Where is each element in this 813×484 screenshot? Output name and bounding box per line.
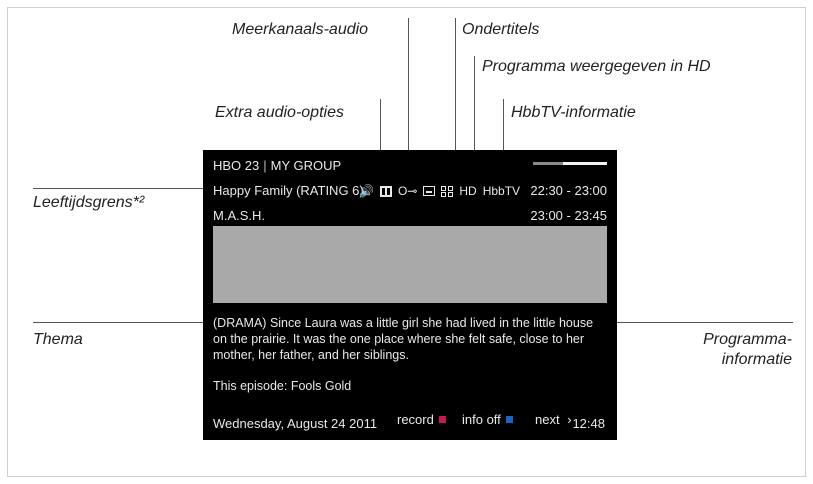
callout-hd-program: Programma weergegeven in HD — [482, 58, 711, 75]
callout-program-info: Programma- informatie — [690, 330, 792, 370]
hd-icon: HD — [459, 184, 477, 198]
info-off-label: info off — [462, 412, 501, 427]
leader-program-info — [605, 322, 793, 323]
program-description: (DRAMA) Since Laura was a little girl sh… — [213, 316, 594, 362]
channel-row: HBO 23 | MY GROUP — [213, 158, 341, 174]
hbbtv-icon: HbbTV — [482, 184, 521, 198]
next-label: next — [535, 412, 560, 427]
channel-group: MY GROUP — [270, 158, 342, 173]
subtitles-icon — [423, 186, 436, 196]
signal-strength-dim — [533, 162, 563, 165]
callout-multichannel-audio: Meerkanaals-audio — [232, 21, 369, 38]
program-info-overlay: HBO 23 | MY GROUP Happy Family (RATING 6) … — [203, 150, 617, 440]
date-label: Wednesday, August 24 2011 — [213, 416, 378, 431]
callout-subtitles: Ondertitels — [462, 21, 540, 38]
episode-title: This episode: Fools Gold — [213, 379, 352, 393]
signal-strength-bright — [563, 162, 607, 165]
leader-multichannel-audio — [408, 18, 409, 168]
record-button[interactable]: record — [397, 412, 446, 428]
next-program-time: 23:00 - 23:45 — [530, 208, 607, 223]
next-button[interactable]: next › — [535, 412, 572, 428]
callout-program-info-line1: Programma- — [703, 331, 792, 348]
leader-age-limit — [33, 188, 203, 189]
speaker-icon: 🔊 — [359, 184, 374, 198]
next-program-title: M.A.S.H. — [213, 208, 266, 223]
leader-subtitles — [455, 18, 456, 168]
clock: 12:48 — [572, 416, 605, 431]
callout-theme: Thema — [33, 331, 83, 348]
record-label: record — [397, 412, 434, 427]
chevron-right-icon: › — [567, 412, 572, 427]
info-off-button[interactable]: info off — [462, 412, 513, 428]
blue-button-icon — [505, 416, 513, 423]
channel-name: HBO 23 — [213, 158, 260, 173]
program-icons: 🔊 O⊸ HD HbbTV — [359, 183, 520, 199]
current-program-title: Happy Family (RATING 6) — [213, 183, 364, 198]
callout-age-limit: Leeftijdsgrens*² — [33, 194, 145, 211]
callout-program-info-line2: informatie — [721, 351, 792, 368]
current-program-time: 22:30 - 23:00 — [530, 183, 607, 198]
teletext-icon — [441, 185, 454, 197]
multichannel-audio-icon — [379, 185, 392, 197]
red-button-icon — [438, 416, 446, 423]
callout-extra-audio: Extra audio-opties — [215, 104, 344, 121]
key-icon: O⊸ — [397, 184, 418, 198]
callout-hbbtv-info: HbbTV-informatie — [511, 104, 636, 121]
channel-separator: | — [263, 158, 267, 173]
program-preview-panel — [213, 226, 607, 303]
leader-theme — [33, 322, 208, 323]
